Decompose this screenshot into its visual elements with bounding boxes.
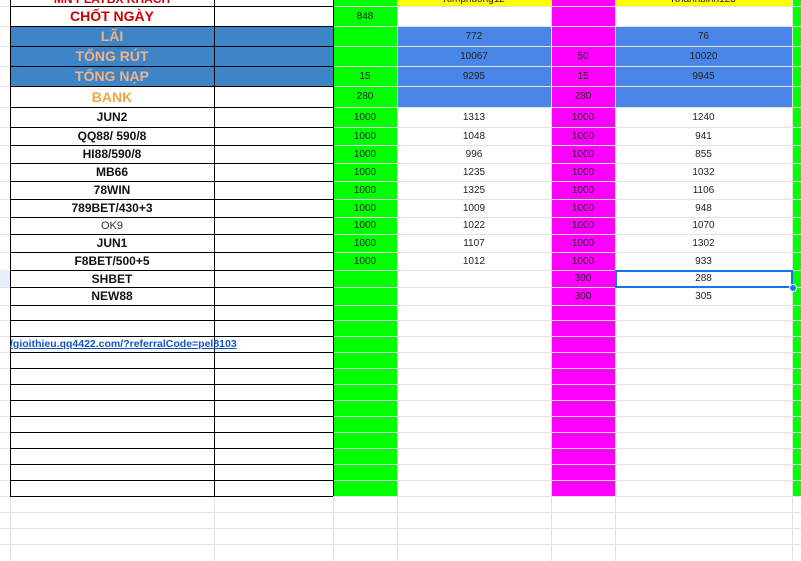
cell-border [10, 352, 333, 353]
cell-value[interactable]: 1000 [333, 127, 397, 145]
cell-value[interactable]: 1000 [551, 181, 615, 199]
cell-value[interactable]: 1000 [333, 234, 397, 252]
cell-value[interactable]: 1000 [333, 107, 397, 127]
cell-value[interactable]: 1000 [551, 145, 615, 163]
site-label[interactable]: 789BET/430+3 [10, 199, 214, 217]
site-label[interactable]: QQ88/ 590/8 [10, 127, 214, 145]
cell-border [10, 320, 333, 321]
cell-value[interactable]: 300 [551, 270, 615, 287]
cell-value[interactable]: 1000 [551, 163, 615, 181]
column-header-f: Khanhbinh123 [615, 0, 792, 6]
gridline-horizontal [0, 544, 801, 545]
cell-border [10, 400, 333, 401]
cell-value[interactable]: 1048 [397, 127, 551, 145]
cell-value[interactable]: 10067 [397, 46, 551, 66]
summary-label[interactable]: BANK [10, 86, 214, 107]
cell-value[interactable]: 1009 [397, 199, 551, 217]
spreadsheet-grid[interactable]: MN PLAYBX KHÁCHKimphuong12Khanhbinh123CH… [0, 0, 801, 561]
cell-value[interactable]: 1000 [551, 127, 615, 145]
cell-value[interactable]: 848 [333, 6, 397, 26]
cell-border [10, 448, 333, 449]
cell-value[interactable]: 996 [397, 145, 551, 163]
cell-value[interactable]: 1235 [397, 163, 551, 181]
cell-value[interactable]: 15 [551, 66, 615, 86]
site-label[interactable]: SHBET [10, 270, 214, 287]
cell-value[interactable]: 1325 [397, 181, 551, 199]
cell-value[interactable]: 1000 [333, 199, 397, 217]
cell-value[interactable]: 76 [615, 26, 792, 46]
site-label[interactable]: F8BET/500+5 [10, 252, 214, 270]
cell-value[interactable]: 1000 [333, 252, 397, 270]
summary-label[interactable]: LÃI [10, 26, 214, 46]
cell-value[interactable]: 280 [333, 86, 397, 107]
site-label[interactable]: 78WIN [10, 181, 214, 199]
cell-value[interactable]: 1000 [551, 234, 615, 252]
cell-value[interactable]: 1070 [615, 217, 792, 234]
cell-value[interactable]: 1000 [551, 217, 615, 234]
cell-border [10, 305, 333, 306]
cell-border [10, 464, 333, 465]
site-label[interactable]: MB66 [10, 163, 214, 181]
cell-border [10, 496, 333, 497]
cell-value[interactable]: 1012 [397, 252, 551, 270]
summary-label[interactable]: TỔNG RÚT [10, 46, 214, 66]
cell-border [10, 480, 333, 481]
fill-handle[interactable] [789, 284, 797, 292]
cell-value[interactable]: 305 [615, 287, 792, 305]
green-edge-fill [792, 0, 801, 496]
cell-border [214, 0, 215, 496]
site-label[interactable]: JUN1 [10, 234, 214, 252]
summary-label[interactable]: TỔNG NẠP [10, 66, 214, 86]
cell-value[interactable]: 1022 [397, 217, 551, 234]
cell-value[interactable]: 10020 [615, 46, 792, 66]
cell-value[interactable]: 1000 [551, 252, 615, 270]
cell-border [10, 432, 333, 433]
cell-value[interactable]: 948 [615, 199, 792, 217]
cell-value[interactable]: 1000 [333, 163, 397, 181]
cell-value[interactable]: 9295 [397, 66, 551, 86]
column-header-d: Kimphuong12 [397, 0, 551, 6]
cell-value[interactable]: 50 [551, 46, 615, 66]
cell-value[interactable]: 1000 [551, 199, 615, 217]
cell-value[interactable]: 280 [551, 86, 615, 107]
cell-border [10, 384, 333, 385]
cell-value[interactable]: 772 [397, 26, 551, 46]
gridline-horizontal [0, 528, 801, 529]
cell-value[interactable]: 9945 [615, 66, 792, 86]
cell-value[interactable]: 855 [615, 145, 792, 163]
cell-value[interactable]: 1240 [615, 107, 792, 127]
gridline-horizontal [0, 512, 801, 513]
cell-value[interactable]: 1313 [397, 107, 551, 127]
cell-value[interactable]: 1032 [615, 163, 792, 181]
cell-value[interactable]: 1000 [333, 145, 397, 163]
cell-value[interactable]: 300 [551, 287, 615, 305]
cell-value[interactable]: 1000 [333, 181, 397, 199]
summary-label[interactable]: CHỐT NGÀY [10, 6, 214, 26]
cell-border [10, 416, 333, 417]
site-label[interactable]: OK9 [10, 217, 214, 234]
cell-value[interactable]: 1000 [551, 107, 615, 127]
cell-value[interactable]: 1000 [333, 217, 397, 234]
cell-border [10, 368, 333, 369]
cell-value[interactable]: 941 [615, 127, 792, 145]
referral-link[interactable]: /gioithieu.qq4422.com/?referralCode=pel8… [10, 336, 237, 352]
cell-value[interactable]: 1302 [615, 234, 792, 252]
site-label[interactable]: JUN2 [10, 107, 214, 127]
selected-cell[interactable] [615, 270, 793, 288]
row-selection-indicator [0, 270, 10, 287]
site-label[interactable]: NEW88 [10, 287, 214, 305]
cell-value[interactable]: 15 [333, 66, 397, 86]
cell-value[interactable]: 1106 [615, 181, 792, 199]
cell-value[interactable]: 1107 [397, 234, 551, 252]
site-label[interactable]: HI88/590/8 [10, 145, 214, 163]
cell-value[interactable]: 933 [615, 252, 792, 270]
